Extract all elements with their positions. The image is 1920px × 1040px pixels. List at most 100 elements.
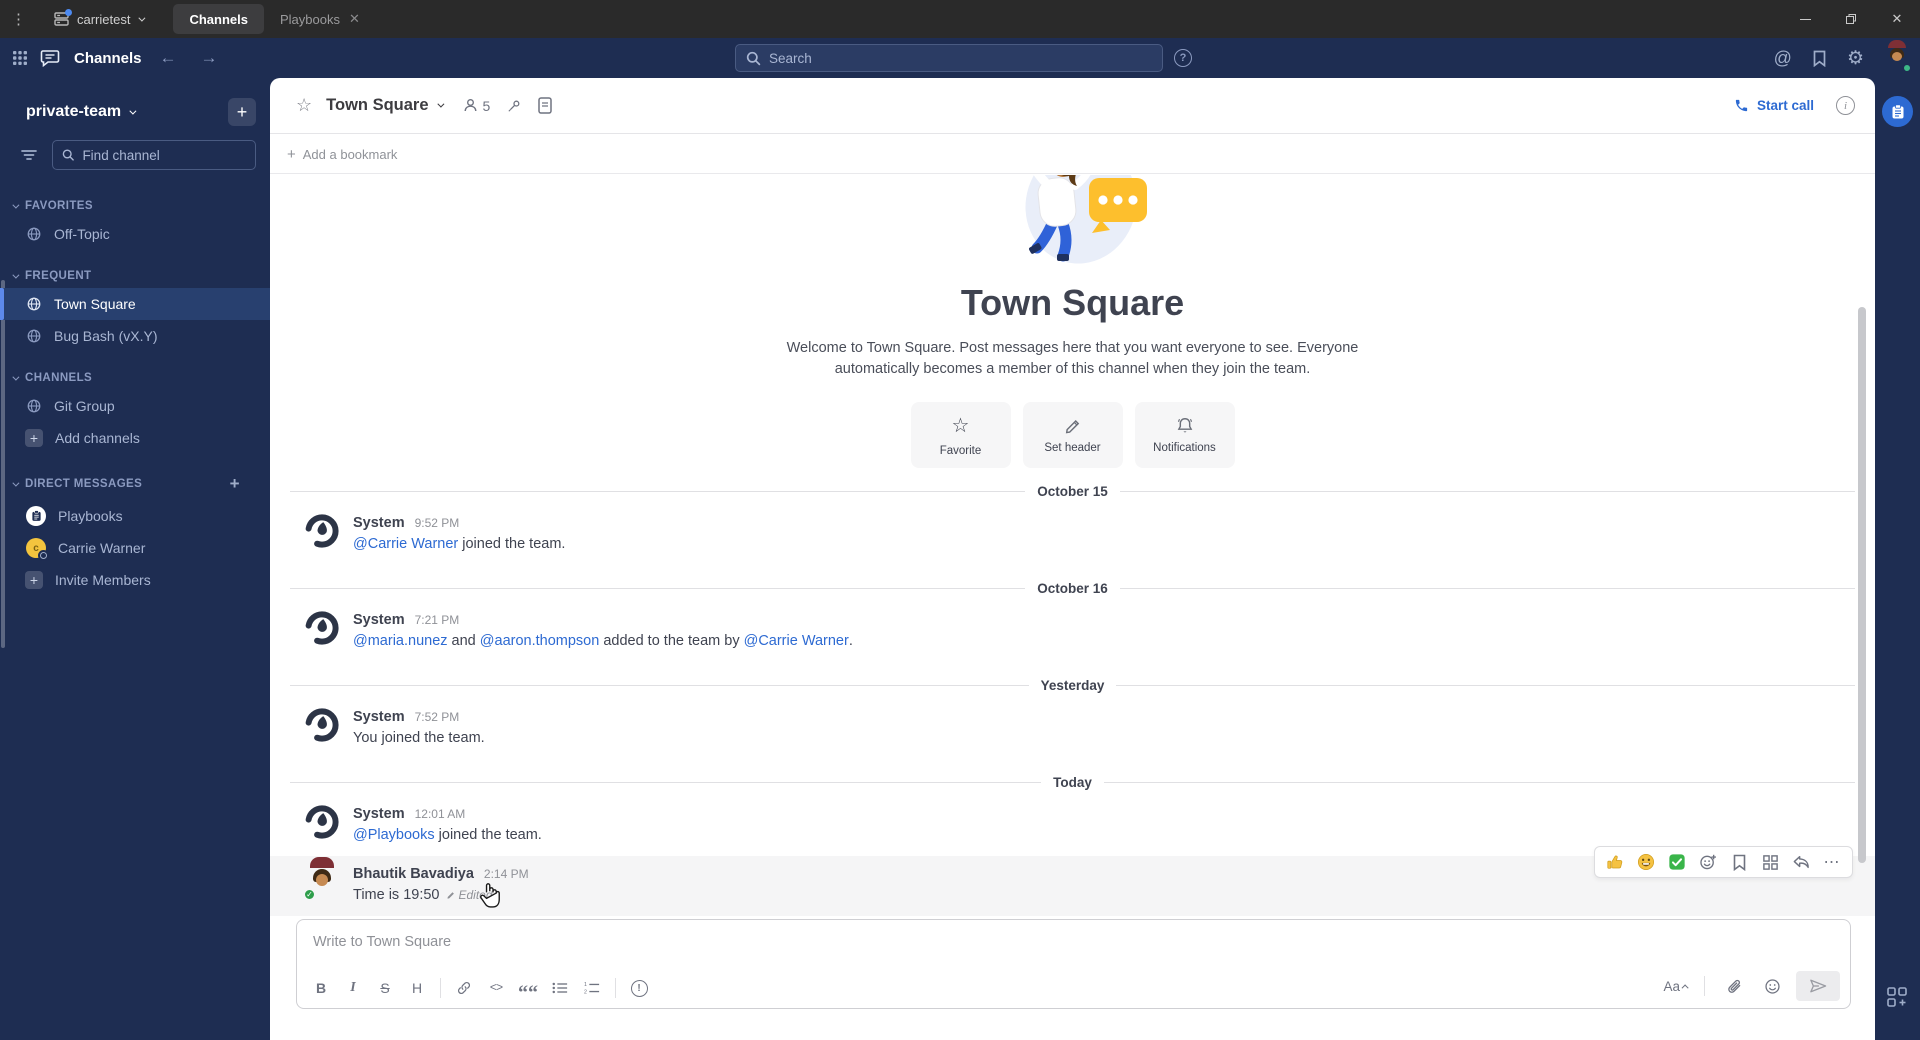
mention-link[interactable]: @Playbooks xyxy=(353,824,435,846)
message-text: @Carrie Warner joined the team. xyxy=(353,533,565,555)
saved-posts-icon[interactable] xyxy=(1812,50,1827,67)
sidebar-item-invite-members[interactable]: + Invite Members xyxy=(0,564,270,596)
window-controls: ✕ xyxy=(1782,0,1920,38)
team-menu-button[interactable]: private-team xyxy=(26,103,137,121)
system-message[interactable]: System 7:21 PM @maria.nunez and @aaron.t… xyxy=(270,602,1875,662)
section-channels[interactable]: CHANNELS xyxy=(0,366,270,390)
close-button[interactable]: ✕ xyxy=(1874,0,1920,38)
search-bar[interactable] xyxy=(735,44,1163,72)
chat-bubble-icon xyxy=(40,49,60,67)
mention-link[interactable]: @aaron.thompson xyxy=(480,630,600,652)
product-switcher-icon[interactable] xyxy=(12,50,28,66)
favorite-star-icon[interactable]: ☆ xyxy=(296,95,312,116)
section-favorites[interactable]: FAVORITES xyxy=(0,194,270,218)
sidebar-item-bug-bash[interactable]: Bug Bash (vX.Y) xyxy=(0,320,270,352)
maximize-button[interactable] xyxy=(1828,0,1874,38)
user-message[interactable]: ✓ Bhautik Bavadiya 2:14 PM Time is 19:50… xyxy=(270,846,1875,916)
start-call-button[interactable]: Start call xyxy=(1734,98,1814,113)
send-button[interactable] xyxy=(1796,971,1840,1001)
mention-link[interactable]: @maria.nunez xyxy=(353,630,448,652)
channel-files-icon[interactable] xyxy=(538,97,553,114)
strikethrough-icon[interactable]: S xyxy=(371,975,399,1001)
channel-label: Add channels xyxy=(55,430,140,446)
apps-add-icon[interactable] xyxy=(1886,986,1908,1008)
history-forward-icon[interactable]: → xyxy=(195,48,224,68)
emoji-picker-icon[interactable] xyxy=(1758,973,1786,999)
message-actions-grid-icon[interactable] xyxy=(1757,849,1783,875)
reply-icon[interactable] xyxy=(1788,849,1814,875)
message-sender[interactable]: System xyxy=(353,805,405,824)
reaction-grin-icon[interactable] xyxy=(1633,849,1659,875)
message-list-scrollbar[interactable] xyxy=(1858,307,1866,863)
more-actions-icon[interactable]: ⋯ xyxy=(1819,849,1845,875)
mention-link[interactable]: @Carrie Warner xyxy=(353,533,458,555)
window-titlebar: ⋮ carrietest Channels Playbooks ✕ ✕ xyxy=(0,0,1920,38)
attach-file-icon[interactable] xyxy=(1720,973,1748,999)
bhautik-avatar[interactable]: ✓ xyxy=(303,857,339,901)
bold-icon[interactable]: B xyxy=(307,975,335,1001)
message-sender[interactable]: System xyxy=(353,611,405,630)
tab-playbooks[interactable]: Playbooks ✕ xyxy=(264,4,376,34)
link-icon[interactable] xyxy=(450,975,478,1001)
system-message[interactable]: System 9:52 PM @Carrie Warner joined the… xyxy=(270,505,1875,565)
mention-link[interactable]: @Carrie Warner xyxy=(744,630,849,652)
message-sender[interactable]: System xyxy=(353,708,405,727)
sidebar-item-off-topic[interactable]: Off-Topic xyxy=(0,218,270,250)
mouse-cursor-pointer xyxy=(477,882,503,912)
search-input[interactable] xyxy=(769,50,1152,66)
global-header: Channels ← → ? @ ⚙ xyxy=(0,38,1920,78)
section-frequent[interactable]: FREQUENT xyxy=(0,264,270,288)
favorite-action-button[interactable]: ☆ Favorite xyxy=(910,402,1011,468)
add-channel-plus-button[interactable]: + xyxy=(228,98,256,126)
numbered-list-icon[interactable]: 12 xyxy=(578,975,606,1001)
minimize-button[interactable] xyxy=(1782,0,1828,38)
find-channel-input[interactable] xyxy=(82,147,246,163)
sidebar-item-git-group[interactable]: Git Group xyxy=(0,390,270,422)
italic-icon[interactable]: I xyxy=(339,975,367,1001)
message-priority-icon[interactable]: ! xyxy=(625,975,653,1001)
add-direct-message-button[interactable]: + xyxy=(230,474,240,494)
sidebar-item-town-square[interactable]: Town Square xyxy=(0,288,270,320)
message-composer[interactable]: Write to Town Square B I S H <> ““ 12 ! … xyxy=(296,919,1851,1009)
date-divider: Today xyxy=(290,775,1856,790)
find-channel-box[interactable] xyxy=(52,140,256,170)
date-divider: Yesterday xyxy=(290,678,1856,693)
message-sender[interactable]: System xyxy=(353,514,405,533)
playbooks-appbar-icon[interactable] xyxy=(1882,96,1913,127)
sidebar-item-carrie-warner[interactable]: c Carrie Warner xyxy=(0,532,270,564)
user-avatar[interactable] xyxy=(1884,40,1912,73)
message-input[interactable]: Write to Town Square xyxy=(297,920,1850,964)
history-back-icon[interactable]: ← xyxy=(154,48,183,68)
reaction-thumbsup-icon[interactable] xyxy=(1602,849,1628,875)
message-sender[interactable]: Bhautik Bavadiya xyxy=(353,865,474,884)
bulleted-list-icon[interactable] xyxy=(546,975,574,1001)
sidebar-item-playbooks-dm[interactable]: Playbooks xyxy=(0,500,270,532)
set-header-action-button[interactable]: Set header xyxy=(1022,402,1123,468)
reaction-check-icon[interactable] xyxy=(1664,849,1690,875)
help-icon[interactable]: ? xyxy=(1174,49,1192,67)
tab-channels[interactable]: Channels xyxy=(173,4,264,34)
add-reaction-icon[interactable] xyxy=(1695,849,1721,875)
code-icon[interactable]: <> xyxy=(482,975,510,1001)
format-toggle-button[interactable]: Aa xyxy=(1663,979,1689,994)
pinned-posts-icon[interactable] xyxy=(506,98,522,114)
members-button[interactable]: 5 xyxy=(462,97,490,114)
notifications-action-button[interactable]: Notifications xyxy=(1134,402,1235,468)
system-message[interactable]: System 7:52 PM You joined the team. xyxy=(270,699,1875,759)
server-menu-button[interactable]: carrietest xyxy=(38,0,159,38)
app-menu-icon[interactable]: ⋮ xyxy=(0,10,38,28)
message-list[interactable]: Town Square Welcome to Town Square. Post… xyxy=(270,175,1875,916)
add-bookmark-button[interactable]: Add a bookmark xyxy=(303,147,398,162)
close-tab-icon[interactable]: ✕ xyxy=(349,11,360,27)
settings-gear-icon[interactable]: ⚙ xyxy=(1847,47,1864,70)
channel-menu-button[interactable]: Town Square xyxy=(326,96,444,115)
quote-icon[interactable]: ““ xyxy=(514,975,542,1003)
message-time: 9:52 PM xyxy=(414,516,460,530)
channel-filter-button[interactable] xyxy=(14,140,44,170)
heading-icon[interactable]: H xyxy=(403,975,431,1001)
channel-info-icon[interactable]: i xyxy=(1836,96,1855,115)
save-message-icon[interactable] xyxy=(1726,849,1752,875)
sidebar-item-add-channels[interactable]: + Add channels xyxy=(0,422,270,454)
mentions-icon[interactable]: @ xyxy=(1774,48,1792,69)
section-direct-messages[interactable]: DIRECT MESSAGES + xyxy=(0,468,270,500)
